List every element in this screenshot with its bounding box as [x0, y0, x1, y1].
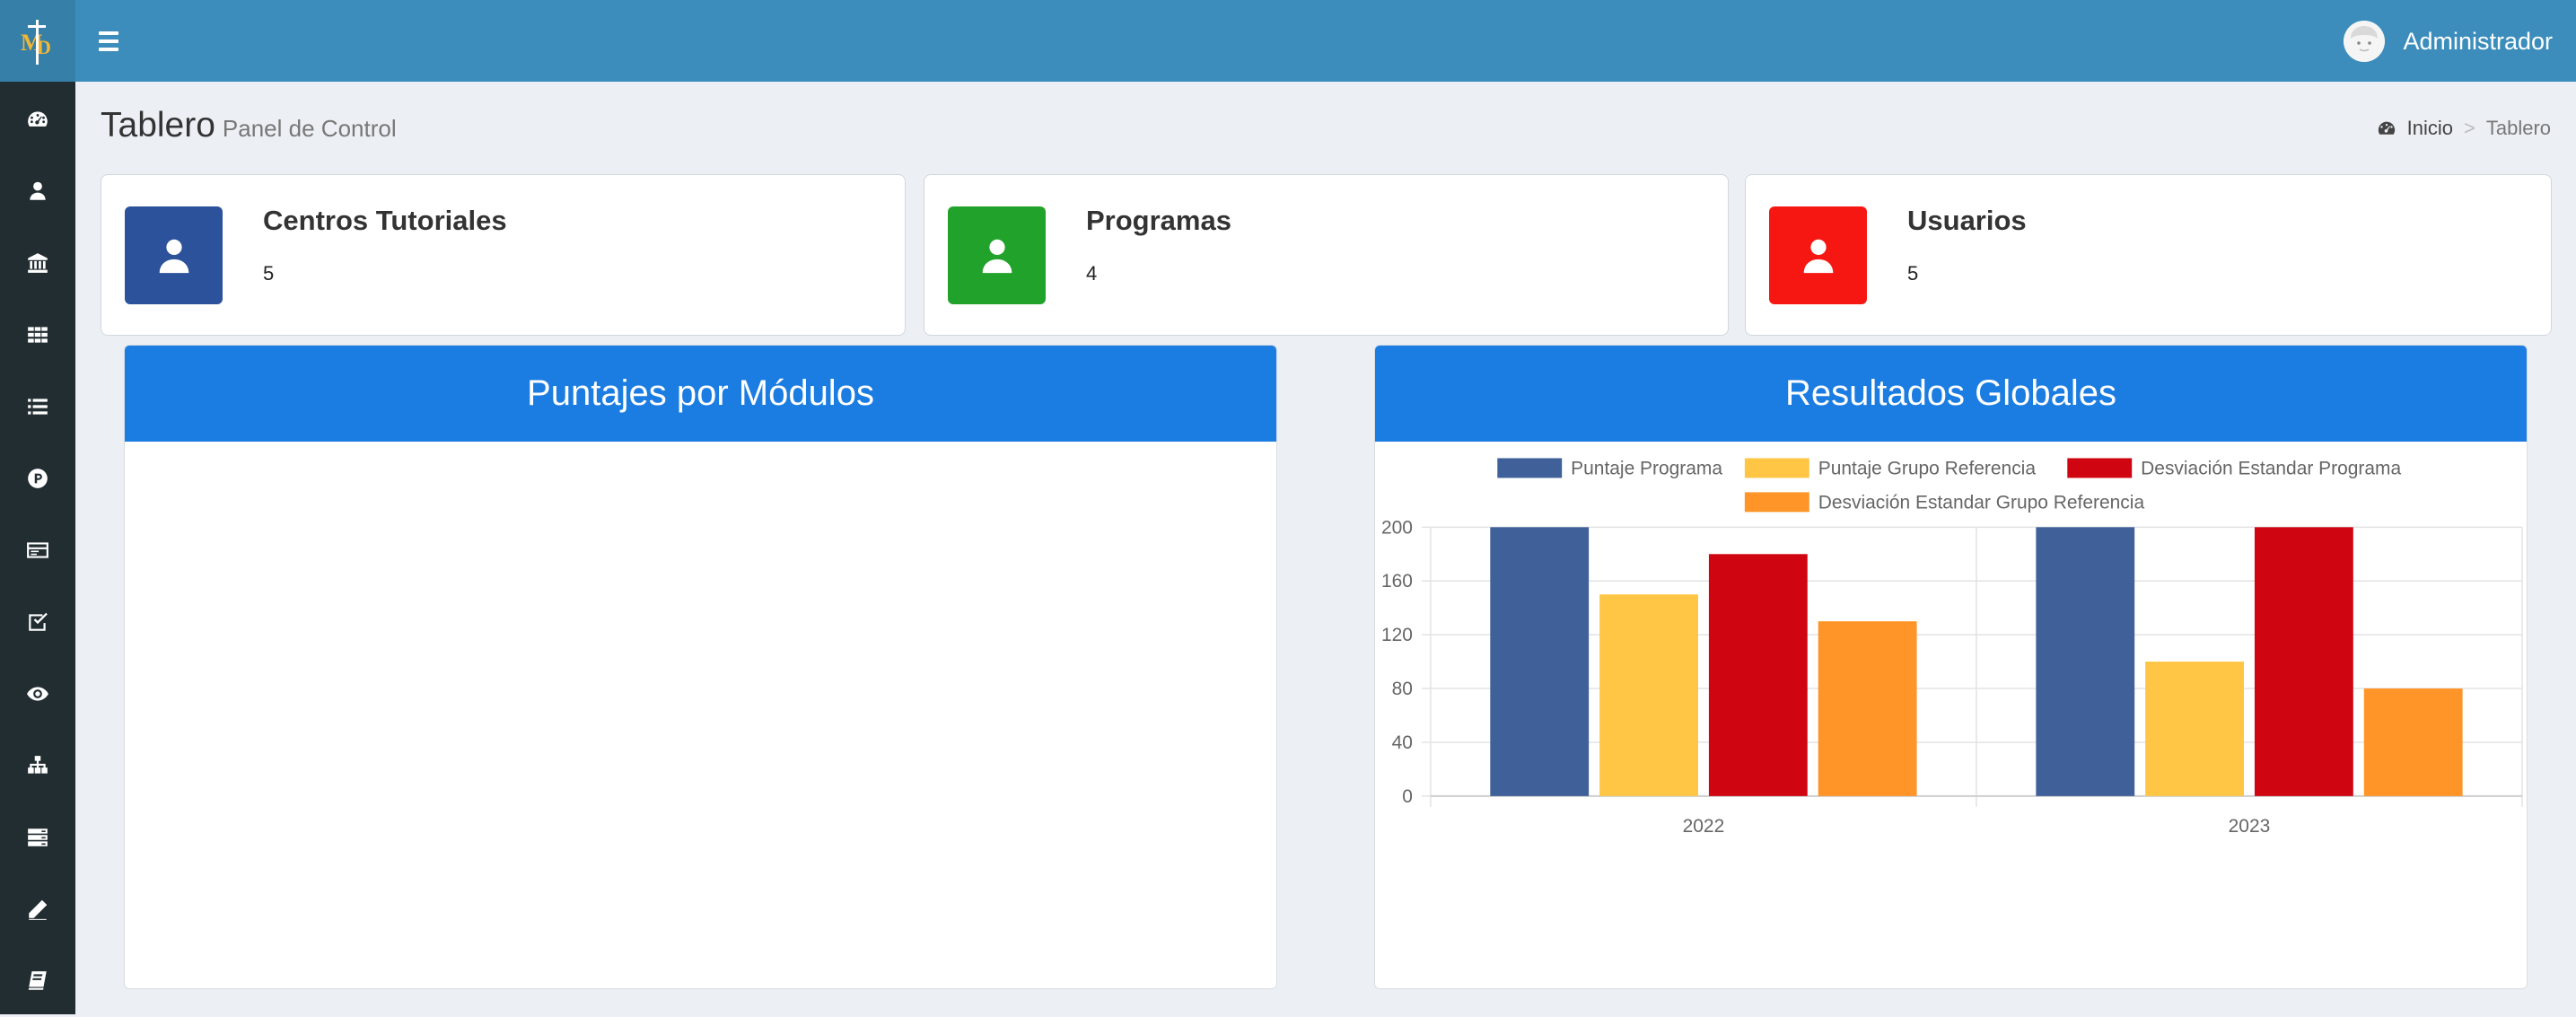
sidebar-item-institution[interactable]	[0, 227, 75, 299]
eye-icon	[27, 687, 48, 701]
chart-bar	[1599, 594, 1698, 796]
info-box-title: Programas	[1086, 205, 1231, 236]
chart-bar	[1708, 554, 1808, 796]
sidebar-item-card[interactable]	[0, 514, 75, 586]
card-icon	[27, 542, 48, 558]
info-box-icon-container	[948, 206, 1046, 304]
breadcrumb-separator: >	[2463, 117, 2475, 139]
legend-label: Desviación Estandar Programa	[2141, 458, 2401, 478]
user-icon	[159, 239, 188, 273]
info-box-centros-tutoriales: Centros Tutoriales 5	[101, 174, 906, 336]
user-icon	[30, 181, 46, 200]
breadcrumb-home-link[interactable]: Inicio	[2407, 117, 2453, 140]
bar-chart: Puntaje Programa Puntaje Grupo Referencia…	[1381, 458, 2523, 837]
page-title: Tablero Panel de Control	[101, 106, 397, 145]
breadcrumb-current: Tablero	[2485, 117, 2551, 139]
sidebar-item-eye[interactable]	[0, 658, 75, 730]
svg-text:D: D	[37, 36, 51, 58]
server-icon	[28, 829, 48, 846]
grid-icon	[28, 327, 48, 343]
legend-label: Puntaje Grupo Referencia	[1818, 458, 2037, 478]
chart-bar	[1490, 527, 1590, 796]
chart-bar	[2363, 688, 2463, 796]
sidebar-item-checkbox[interactable]	[0, 586, 75, 658]
pencil-icon	[29, 899, 48, 920]
page-title-text: Tablero	[101, 106, 215, 145]
chart-bar	[2145, 662, 2244, 796]
y-tick-label: 0	[1402, 786, 1413, 807]
user-menu[interactable]: Administrador	[2344, 20, 2553, 63]
sitemap-icon	[28, 756, 48, 774]
y-tick-label: 160	[1381, 571, 1413, 592]
sidebar-nav	[0, 83, 75, 1017]
y-tick-label: 200	[1381, 517, 1413, 538]
legend-swatch	[1744, 458, 1809, 478]
sidebar-item-server[interactable]	[0, 802, 75, 873]
user-icon	[1803, 239, 1833, 273]
sidebar-item-book[interactable]	[0, 945, 75, 1017]
hamburger-line	[99, 48, 118, 51]
legend-label: Desviación Estandar Grupo Referencia	[1818, 492, 2145, 513]
logo-icon: M D	[21, 19, 51, 65]
sidebar-item-parking[interactable]	[0, 443, 75, 514]
book-icon	[28, 971, 47, 990]
y-tick-label: 40	[1392, 732, 1413, 753]
list-icon	[28, 399, 48, 415]
parking-icon	[28, 469, 48, 488]
avatar	[2344, 21, 2386, 62]
user-name: Administrador	[2403, 27, 2553, 55]
legend-swatch	[1497, 458, 1563, 478]
info-box-title: Centros Tutoriales	[263, 205, 507, 236]
avatar-face-icon	[2344, 21, 2386, 62]
y-tick-label: 80	[1392, 679, 1413, 699]
chart-container: Puntaje Programa Puntaje Grupo Referencia…	[1375, 442, 2527, 988]
legend-swatch	[2067, 458, 2133, 478]
x-tick-label: 2023	[2229, 816, 2271, 837]
sidebar-item-dashboard[interactable]	[0, 83, 75, 155]
checkbox-icon	[29, 612, 48, 631]
chart-bar	[2036, 527, 2135, 796]
sidebar-toggle-button[interactable]	[99, 25, 131, 57]
info-box-usuarios: Usuarios 5	[1745, 174, 2552, 336]
info-box-icon-container	[1769, 206, 1867, 304]
sidebar-item-list[interactable]	[0, 371, 75, 443]
chart-bar	[1818, 621, 1917, 796]
chart-bar	[2254, 527, 2353, 796]
user-icon	[982, 239, 1012, 273]
sidebar-item-sitemap[interactable]	[0, 730, 75, 802]
hamburger-line	[99, 39, 118, 43]
sidebar-item-user[interactable]	[0, 155, 75, 227]
panel-resultados-globales: Resultados Globales Puntaje Programa Punt…	[1374, 345, 2528, 989]
top-navbar: Administrador	[75, 0, 2576, 82]
info-box-value: 5	[1907, 262, 1919, 285]
sidebar-item-grid[interactable]	[0, 299, 75, 371]
dashboard-icon	[28, 111, 48, 127]
legend-label: Puntaje Programa	[1571, 458, 1722, 478]
app-logo[interactable]: M D	[0, 0, 75, 82]
sidebar-item-pencil[interactable]	[0, 873, 75, 945]
dashboard-icon	[2378, 121, 2395, 135]
breadcrumb: Inicio > Tablero	[2377, 117, 2551, 140]
sidebar: M D	[0, 0, 75, 1014]
y-tick-label: 120	[1381, 625, 1413, 645]
institution-icon	[28, 253, 48, 273]
info-box-icon-container	[125, 206, 223, 304]
info-box-value: 5	[263, 262, 275, 285]
info-box-programas: Programas 4	[924, 174, 1729, 336]
panel-puntajes-por-modulos: Puntajes por Módulos	[124, 345, 1277, 989]
hamburger-line	[99, 31, 118, 35]
x-tick-label: 2022	[1683, 816, 1725, 837]
legend-swatch	[1744, 492, 1809, 513]
panel-title: Puntajes por Módulos	[125, 346, 1276, 442]
panel-title: Resultados Globales	[1375, 346, 2527, 442]
info-box-value: 4	[1086, 262, 1098, 285]
page-subtitle: Panel de Control	[222, 115, 397, 142]
info-box-title: Usuarios	[1907, 205, 2027, 236]
